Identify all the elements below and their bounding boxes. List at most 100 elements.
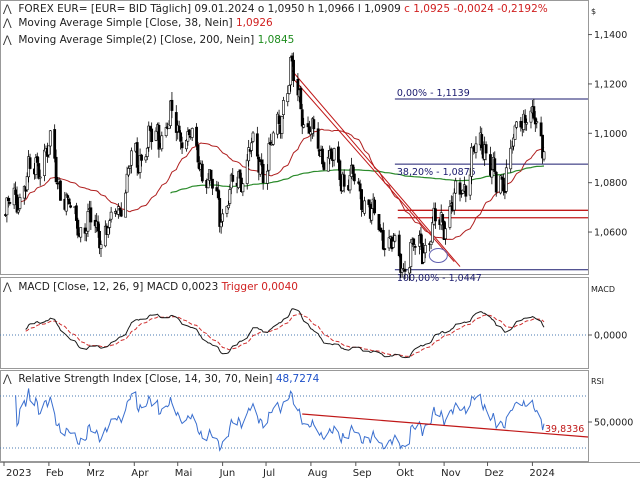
candle-body: [419, 233, 423, 244]
candle-body: [329, 148, 333, 159]
candle-body: [337, 146, 340, 163]
candle-body: [392, 241, 395, 248]
candle-body: [363, 200, 366, 214]
candle-body: [79, 227, 83, 238]
candle-body: [216, 189, 220, 199]
candle-body: [332, 148, 336, 161]
low-value: l 1,0909: [357, 3, 401, 15]
candle-body: [108, 220, 112, 228]
candle-body: [387, 237, 391, 249]
candle-body: [510, 146, 514, 150]
candle-body: [211, 178, 214, 189]
candle-body: [535, 121, 539, 124]
candle-body: [6, 197, 10, 202]
x-tick-label: 2023: [6, 468, 31, 479]
candle-body: [525, 122, 529, 125]
candle-body: [14, 189, 17, 195]
candle-body: [125, 173, 129, 193]
candle-body: [206, 179, 210, 189]
x-tick-label: Mrz: [86, 468, 104, 479]
candle-body: [490, 169, 494, 178]
candle-body: [513, 125, 517, 140]
candle-body: [454, 180, 458, 194]
candle-body: [160, 135, 164, 150]
candle-body: [357, 181, 361, 184]
candle-body: [542, 151, 546, 160]
candle-body: [282, 100, 285, 116]
macd-legend: ⋀ MACD [Close, 12, 26, 9] MACD 0,0023 Tr…: [3, 281, 298, 294]
rsi-label: Relative Strength Index [Close, 14, 30, …: [18, 373, 273, 385]
y-tick-label: 1,1400: [594, 30, 627, 41]
candle-body: [312, 119, 316, 130]
candle-body: [422, 252, 426, 263]
candle-body: [144, 156, 148, 161]
candle-body: [200, 163, 204, 182]
candle-body: [106, 227, 110, 235]
candle-body: [119, 209, 123, 217]
price-header: ⋀ FOREX EUR= [EUR= BID Täglich] 09.01.20…: [3, 3, 548, 16]
candle-body: [338, 160, 342, 180]
candle-body: [76, 219, 80, 236]
candle-body: [502, 177, 505, 192]
chart-svg: 1,1400 1,1200 1,1000 1,0800 1,0600 0,00% - 1,…: [0, 0, 640, 479]
candle-body: [322, 162, 326, 170]
trigger-line: [25, 313, 545, 357]
candle-body: [38, 176, 42, 179]
expand-icon[interactable]: ⋀: [3, 3, 15, 16]
candle-body: [154, 130, 158, 141]
ma200-label: Moving Average Simple(2) [Close, 200, Ne…: [18, 34, 255, 46]
candle-body: [539, 122, 543, 137]
candle-body: [306, 123, 310, 128]
candle-body: [266, 170, 269, 184]
candle-body: [89, 207, 93, 223]
candle-body: [515, 121, 518, 128]
ma38-value: 1,0926: [236, 17, 273, 29]
candle-body: [150, 128, 154, 143]
candle-body: [352, 173, 356, 182]
candle-body: [28, 157, 32, 169]
candle-body: [99, 244, 103, 249]
x-tick-label: Apr: [131, 468, 149, 479]
candle-body: [351, 164, 355, 174]
candle-body: [238, 169, 242, 179]
candle-body: [47, 145, 51, 156]
candle-body: [35, 156, 39, 163]
open-value: o 1,0950: [257, 3, 305, 15]
candle-body: [271, 132, 275, 145]
trigger-value: Trigger 0,0040: [221, 281, 298, 293]
macd-line: [25, 308, 545, 359]
candle-body: [37, 163, 41, 179]
candle-body: [56, 182, 59, 185]
candle-body: [464, 185, 468, 197]
candle-body: [292, 59, 295, 82]
candle-body: [299, 87, 303, 110]
ma200-value: 1,0845: [257, 34, 295, 46]
candle-body: [96, 221, 100, 232]
candle-body: [67, 198, 71, 205]
candle-body: [157, 124, 161, 150]
candle-body: [277, 115, 281, 124]
candle-body: [434, 208, 437, 222]
expand-icon[interactable]: ⋀: [3, 281, 15, 294]
candle-body: [316, 128, 320, 149]
candle-body: [226, 204, 230, 209]
candle-body: [470, 146, 474, 177]
expand-icon[interactable]: ⋀: [3, 17, 15, 30]
change-value: -0,0024: [453, 3, 494, 15]
date-label: 09.01.2024: [194, 3, 255, 15]
candle-body: [170, 99, 174, 111]
candle-body: [431, 222, 434, 243]
instrument-label: FOREX EUR= [EUR= BID Täglich]: [18, 3, 192, 15]
candle-body: [300, 109, 304, 127]
candle-body: [504, 167, 508, 192]
candle-body: [493, 158, 497, 172]
candle-body: [43, 149, 46, 176]
x-tick-label: Nov: [441, 468, 461, 479]
candle-body: [267, 143, 271, 171]
expand-icon[interactable]: ⋀: [3, 373, 15, 386]
rsi-value: 48,7274: [275, 373, 320, 385]
x-tick-label: Mai: [175, 468, 193, 479]
candle-body: [348, 175, 352, 191]
candle-body: [519, 120, 523, 128]
expand-icon[interactable]: ⋀: [3, 34, 15, 47]
